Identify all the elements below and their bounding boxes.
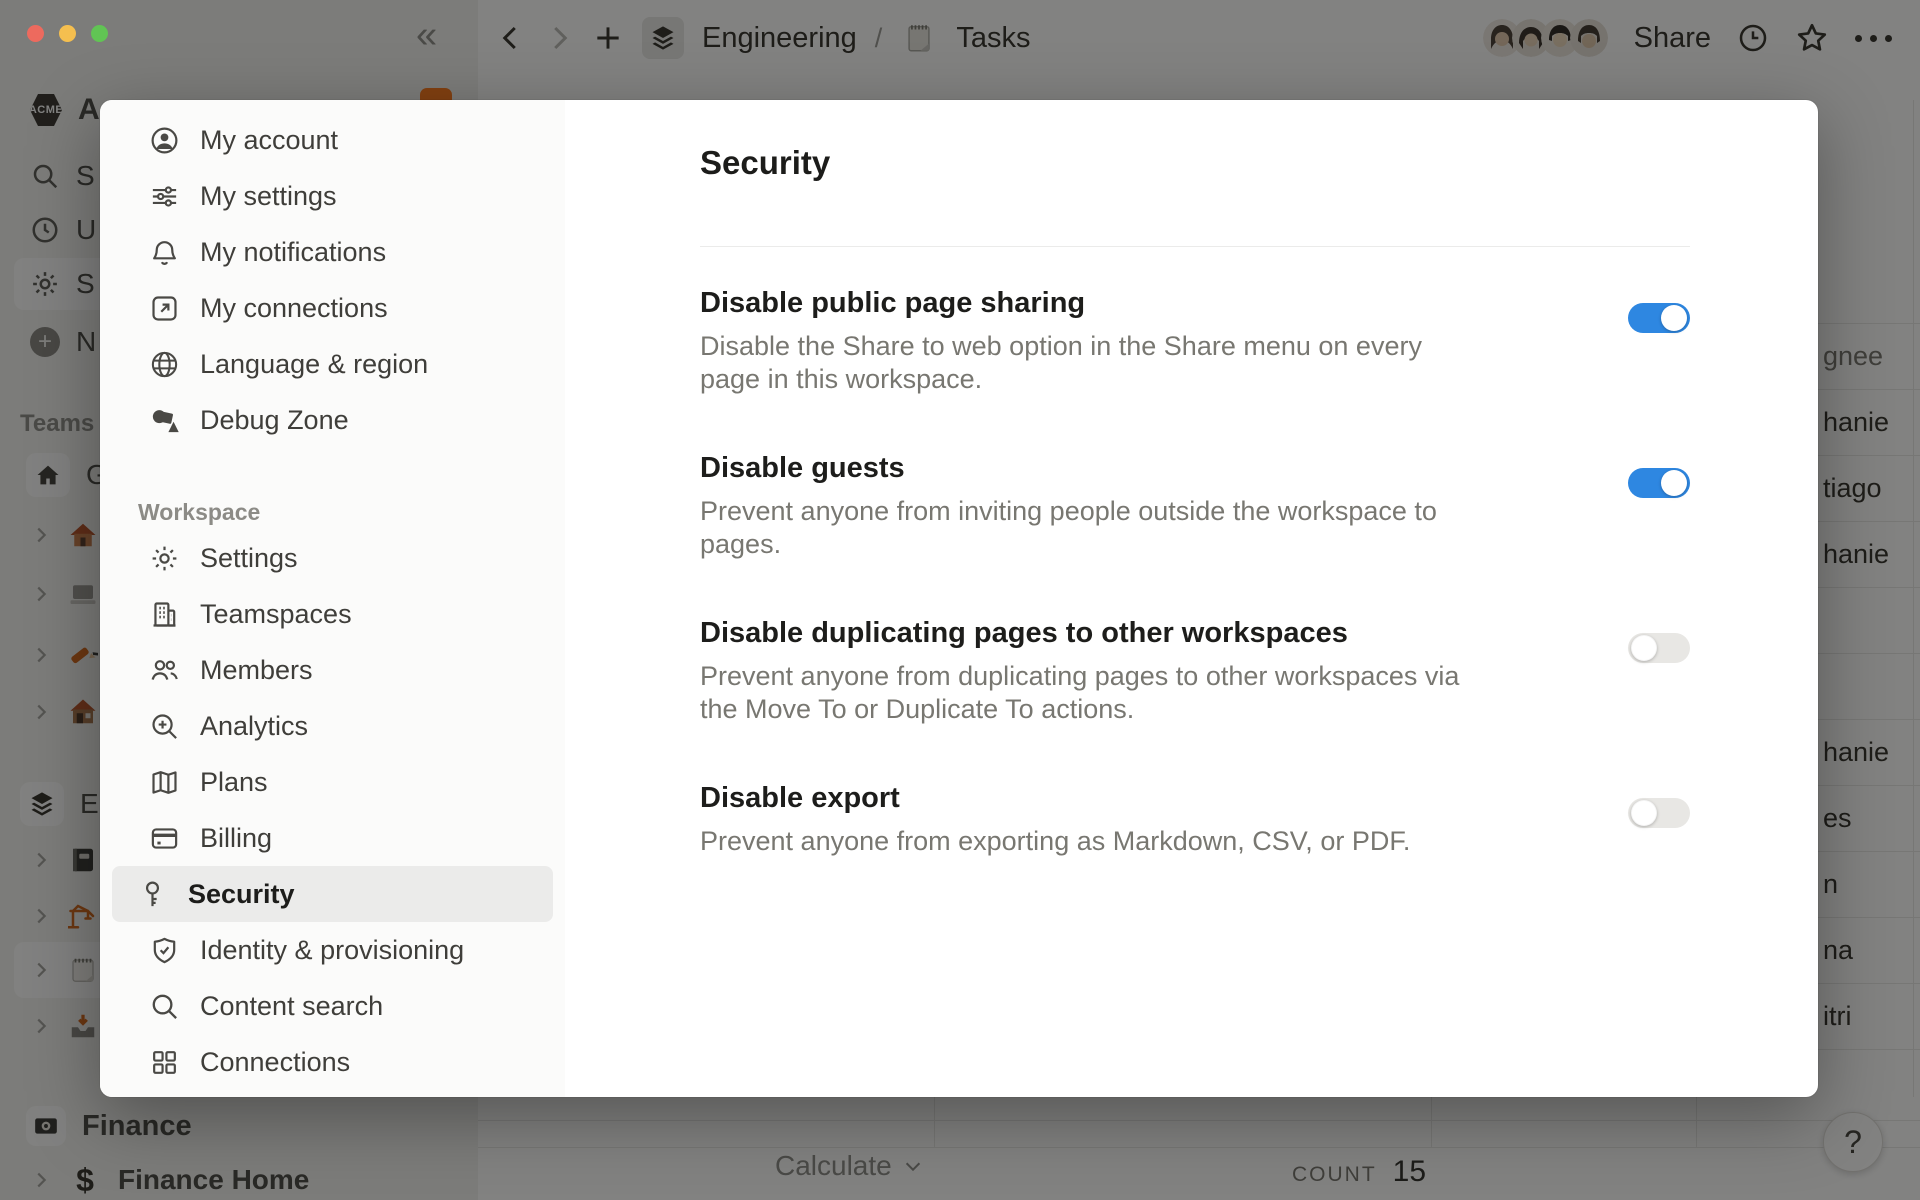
nav-item-my-settings[interactable]: My settings: [112, 168, 553, 224]
sliders-icon: [149, 181, 180, 212]
nav-item-analytics[interactable]: Analytics: [112, 698, 553, 754]
nav-item-teamspaces[interactable]: Teamspaces: [112, 586, 553, 642]
nav-item-members[interactable]: Members: [112, 642, 553, 698]
toggle-disable-public-page-sharing[interactable]: [1628, 303, 1690, 333]
setting-title: Disable public page sharing: [700, 287, 1470, 320]
toggle-disable-guests[interactable]: [1628, 468, 1690, 498]
minimize-window-button[interactable]: [59, 25, 76, 42]
setting-disable-guests: Disable guests Prevent anyone from invit…: [700, 452, 1690, 561]
nav-item-settings[interactable]: Settings: [112, 530, 553, 586]
divider: [700, 246, 1690, 247]
toggle-knob: [1631, 800, 1657, 826]
setting-disable-public-page-sharing: Disable public page sharing Disable the …: [700, 287, 1690, 396]
nav-item-my-account[interactable]: My account: [112, 112, 553, 168]
settings-modal: My account My settings My notifications …: [100, 100, 1818, 1097]
shapes-icon: [149, 405, 180, 436]
window-controls: [27, 25, 108, 42]
shield-check-icon: [149, 935, 180, 966]
people-icon: [149, 655, 180, 686]
setting-title: Disable duplicating pages to other works…: [700, 617, 1470, 650]
setting-disable-duplicating-pages: Disable duplicating pages to other works…: [700, 617, 1690, 726]
nav-item-debug-zone[interactable]: Debug Zone: [112, 392, 553, 448]
search-icon: [149, 991, 180, 1022]
globe-icon: [149, 349, 180, 380]
toggle-knob: [1661, 470, 1687, 496]
setting-title: Disable export: [700, 782, 1470, 815]
nav-item-language-region[interactable]: Language & region: [112, 336, 553, 392]
setting-description: Prevent anyone from inviting people outs…: [700, 495, 1470, 561]
security-settings-panel: Security Disable public page sharing Dis…: [565, 100, 1818, 1097]
toggle-knob: [1661, 305, 1687, 331]
grid-icon: [149, 1047, 180, 1078]
setting-description: Prevent anyone from exporting as Markdow…: [700, 825, 1470, 858]
map-icon: [149, 767, 180, 798]
building-icon: [149, 599, 180, 630]
nav-item-my-notifications[interactable]: My notifications: [112, 224, 553, 280]
nav-item-content-search[interactable]: Content search: [112, 978, 553, 1034]
toggle-knob: [1631, 635, 1657, 661]
person-circle-icon: [149, 125, 180, 156]
arrow-out-box-icon: [149, 293, 180, 324]
setting-title: Disable guests: [700, 452, 1470, 485]
nav-section-workspace: Workspace: [100, 494, 565, 530]
credit-card-icon: [149, 823, 180, 854]
nav-item-identity-provisioning[interactable]: Identity & provisioning: [112, 922, 553, 978]
toggle-disable-duplicating-pages[interactable]: [1628, 633, 1690, 663]
key-icon: [137, 879, 168, 910]
gear-icon: [149, 543, 180, 574]
zoom-window-button[interactable]: [91, 25, 108, 42]
nav-item-security[interactable]: Security: [112, 866, 553, 922]
settings-nav: My account My settings My notifications …: [100, 100, 565, 1097]
close-window-button[interactable]: [27, 25, 44, 42]
page-title: Security: [700, 144, 1818, 188]
nav-item-billing[interactable]: Billing: [112, 810, 553, 866]
setting-description: Disable the Share to web option in the S…: [700, 330, 1470, 396]
magnifier-plus-icon: [149, 711, 180, 742]
setting-disable-export: Disable export Prevent anyone from expor…: [700, 782, 1690, 858]
nav-item-my-connections[interactable]: My connections: [112, 280, 553, 336]
setting-description: Prevent anyone from duplicating pages to…: [700, 660, 1470, 726]
nav-item-connections[interactable]: Connections: [112, 1034, 553, 1090]
bell-icon: [149, 237, 180, 268]
nav-item-plans[interactable]: Plans: [112, 754, 553, 810]
toggle-disable-export[interactable]: [1628, 798, 1690, 828]
